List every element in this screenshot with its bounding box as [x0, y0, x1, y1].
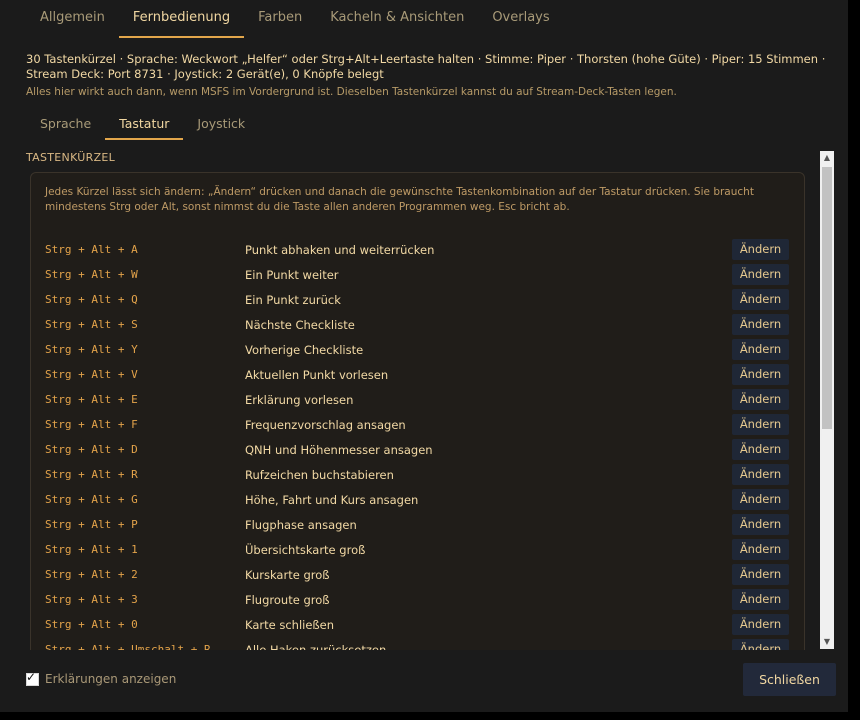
shortcut-action: Erklärung vorlesen [245, 393, 354, 407]
checkmark-icon: ✓ [26, 669, 37, 684]
change-shortcut-button[interactable]: Ändern [732, 639, 789, 650]
shortcut-action: Karte schließen [245, 618, 335, 632]
shortcut-combo: Strg + Alt + D [45, 443, 138, 456]
shortcut-combo: Strg + Alt + P [45, 518, 138, 531]
shortcut-row: Strg + Alt + 1 Übersichtskarte groß Ändern [45, 539, 791, 564]
change-shortcut-button[interactable]: Ändern [732, 414, 789, 435]
shortcut-action: Frequenzvorschlag ansagen [245, 418, 406, 432]
change-shortcut-button[interactable]: Ändern [732, 364, 789, 385]
scroll-down-arrow-icon[interactable]: ▼ [820, 635, 834, 649]
tab-kacheln-ansichten[interactable]: Kacheln & Ansichten [316, 0, 478, 36]
settings-window: Allgemein Fernbedienung Farben Kacheln & An… [0, 0, 848, 712]
shortcut-row: Strg + Alt + D QNH und Höhenmesser ansage… [45, 439, 791, 464]
tab-overlays[interactable]: Overlays [478, 0, 563, 36]
vertical-scrollbar[interactable]: ▲ ▼ [820, 151, 834, 649]
shortcut-row: Strg + Alt + W Ein Punkt weiter Ändern [45, 264, 791, 289]
change-shortcut-button[interactable]: Ändern [732, 289, 789, 310]
shortcut-combo: Strg + Alt + V [45, 368, 138, 381]
shortcut-action: Vorherige Checkliste [245, 343, 364, 357]
show-explanations-checkbox[interactable]: ✓ Erklärungen anzeigen [26, 669, 177, 686]
subtab-sprache[interactable]: Sprache [26, 110, 105, 138]
shortcut-combo: Strg + Alt + Q [45, 293, 138, 306]
shortcut-row: Strg + Alt + A Punkt abhaken und weiterrü… [45, 239, 791, 264]
section-title: TASTENKÜRZEL [26, 151, 116, 164]
shortcut-action: Alle Haken zurücksetzen [245, 643, 387, 650]
show-explanations-label: Erklärungen anzeigen [45, 672, 177, 686]
change-shortcut-button[interactable]: Ändern [732, 489, 789, 510]
shortcut-row: Strg + Alt + Q Ein Punkt zurück Ändern [45, 289, 791, 314]
shortcut-action: QNH und Höhenmesser ansagen [245, 443, 433, 457]
shortcut-row: Strg + Alt + F Frequenzvorschlag ansagen Ä… [45, 414, 791, 439]
shortcut-combo: Strg + Alt + 1 [45, 543, 138, 556]
checkbox-box[interactable]: ✓ [26, 669, 39, 686]
card-description: Jedes Kürzel lässt sich ändern: „Ändern“… [45, 186, 754, 213]
status-summary: 30 Tastenkürzel · Sprache: Weckwort „Hel… [26, 52, 826, 81]
close-button[interactable]: Schließen [743, 663, 836, 696]
shortcut-action: Nächste Checkliste [245, 318, 355, 332]
change-shortcut-button[interactable]: Ändern [732, 564, 789, 585]
shortcut-action: Flugphase ansagen [245, 518, 357, 532]
subtab-joystick[interactable]: Joystick [183, 110, 259, 138]
shortcut-row: Strg + Alt + Umschalt + R Alle Haken zurü… [45, 639, 791, 650]
shortcut-row: Strg + Alt + R Rufzeichen buchstabieren Än… [45, 464, 791, 489]
shortcut-row: Strg + Alt + Y Vorherige Checkliste Ändern [45, 339, 791, 364]
shortcut-combo: Strg + Alt + Umschalt + R [45, 643, 211, 650]
change-shortcut-button[interactable]: Ändern [732, 439, 789, 460]
shortcut-combo: Strg + Alt + F [45, 418, 138, 431]
tab-fernbedienung[interactable]: Fernbedienung [118, 0, 245, 38]
tab-farben[interactable]: Farben [244, 0, 316, 36]
shortcut-action: Ein Punkt zurück [245, 293, 341, 307]
shortcut-action: Rufzeichen buchstabieren [245, 468, 394, 482]
shortcut-action: Punkt abhaken und weiterrücken [245, 243, 435, 257]
shortcut-scroll-area: Jedes Kürzel lässt sich ändern: „Ändern“… [26, 168, 818, 650]
change-shortcut-button[interactable]: Ändern [732, 589, 789, 610]
tab-allgemein[interactable]: Allgemein [26, 0, 119, 36]
shortcut-combo: Strg + Alt + G [45, 493, 138, 506]
shortcut-combo: Strg + Alt + 2 [45, 568, 138, 581]
change-shortcut-button[interactable]: Ändern [732, 389, 789, 410]
shortcut-row: Strg + Alt + E Erklärung vorlesen Ändern [45, 389, 791, 414]
scroll-up-arrow-icon[interactable]: ▲ [820, 151, 834, 165]
change-shortcut-button[interactable]: Ändern [732, 514, 789, 535]
change-shortcut-button[interactable]: Ändern [732, 239, 789, 260]
shortcut-row: Strg + Alt + V Aktuellen Punkt vorlesen Än… [45, 364, 791, 389]
shortcut-row: Strg + Alt + 2 Kurskarte groß Ändern [45, 564, 791, 589]
change-shortcut-button[interactable]: Ändern [732, 464, 789, 485]
change-shortcut-button[interactable]: Ändern [732, 264, 789, 285]
shortcut-row: Strg + Alt + 0 Karte schließen Ändern [45, 614, 791, 639]
shortcut-row: Strg + Alt + 3 Flugroute groß Ändern [45, 589, 791, 614]
shortcut-row: Strg + Alt + P Flugphase ansagen Ändern [45, 514, 791, 539]
change-shortcut-button[interactable]: Ändern [732, 614, 789, 635]
shortcut-combo: Strg + Alt + E [45, 393, 138, 406]
shortcut-combo: Strg + Alt + S [45, 318, 138, 331]
shortcut-action: Aktuellen Punkt vorlesen [245, 368, 389, 382]
shortcut-combo: Strg + Alt + 0 [45, 618, 138, 631]
scrollbar-thumb[interactable] [822, 167, 832, 429]
shortcut-action: Ein Punkt weiter [245, 268, 339, 282]
shortcut-row: Strg + Alt + S Nächste Checkliste Ändern [45, 314, 791, 339]
shortcut-combo: Strg + Alt + R [45, 468, 138, 481]
change-shortcut-button[interactable]: Ändern [732, 314, 789, 335]
hint-text: Alles hier wirkt auch dann, wenn MSFS im… [26, 86, 677, 98]
shortcut-combo: Strg + Alt + 3 [45, 593, 138, 606]
shortcut-action: Kurskarte groß [245, 568, 330, 582]
shortcut-card: Jedes Kürzel lässt sich ändern: „Ändern“… [30, 172, 805, 650]
change-shortcut-button[interactable]: Ändern [732, 539, 789, 560]
shortcut-action: Flugroute groß [245, 593, 330, 607]
shortcut-combo: Strg + Alt + W [45, 268, 138, 281]
shortcut-combo: Strg + Alt + A [45, 243, 138, 256]
shortcut-combo: Strg + Alt + Y [45, 343, 138, 356]
change-shortcut-button[interactable]: Ändern [732, 339, 789, 360]
subtab-tastatur[interactable]: Tastatur [105, 110, 184, 140]
sub-tab-bar: Sprache Tastatur Joystick [26, 110, 259, 140]
top-tab-bar: Allgemein Fernbedienung Farben Kacheln & An… [26, 0, 564, 38]
shortcut-action: Höhe, Fahrt und Kurs ansagen [245, 493, 419, 507]
shortcut-action: Übersichtskarte groß [245, 543, 366, 557]
shortcut-row: Strg + Alt + G Höhe, Fahrt und Kurs ansag… [45, 489, 791, 514]
